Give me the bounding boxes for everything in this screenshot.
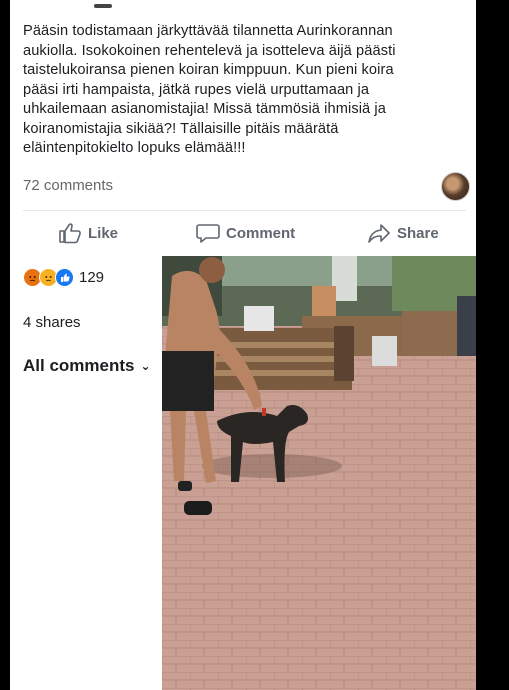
- comments-filter-label: All comments: [23, 356, 135, 375]
- like-button[interactable]: Like: [58, 222, 118, 244]
- photo-scene: [162, 256, 476, 690]
- share-arrow-icon: [367, 222, 391, 244]
- chevron-down-icon: ⌄: [140, 359, 151, 373]
- share-label: Share: [397, 224, 439, 242]
- scroll-indicator: [94, 4, 112, 8]
- reaction-summary[interactable]: 129: [23, 268, 104, 287]
- post-actions-bar: Like Comment Share: [10, 214, 476, 254]
- thumbs-up-icon: [58, 222, 82, 244]
- share-count[interactable]: 4 shares: [23, 314, 81, 331]
- reaction-count: 129: [79, 269, 105, 286]
- screenshot-frame: Pääsin todistamaan järkyttävää tilannett…: [0, 0, 509, 690]
- comment-button[interactable]: Comment: [196, 222, 295, 244]
- like-label: Like: [88, 224, 119, 242]
- comment-count[interactable]: 72 comments: [23, 177, 113, 194]
- post-photo[interactable]: [162, 256, 476, 690]
- facebook-post-card: Pääsin todistamaan järkyttävää tilannett…: [10, 0, 476, 690]
- share-button[interactable]: Share: [367, 222, 439, 244]
- divider: [23, 210, 466, 211]
- comments-filter-dropdown[interactable]: All comments ⌄: [23, 356, 151, 376]
- avatar[interactable]: [441, 172, 470, 201]
- post-text: Pääsin todistamaan järkyttävää tilannett…: [23, 23, 396, 156]
- status-dot: [443, 0, 448, 5]
- comment-label: Comment: [226, 224, 296, 242]
- like-icon: [55, 268, 74, 287]
- comment-bubble-icon: [196, 222, 220, 244]
- reactions-panel: 129 4 shares All comments ⌄: [10, 256, 162, 690]
